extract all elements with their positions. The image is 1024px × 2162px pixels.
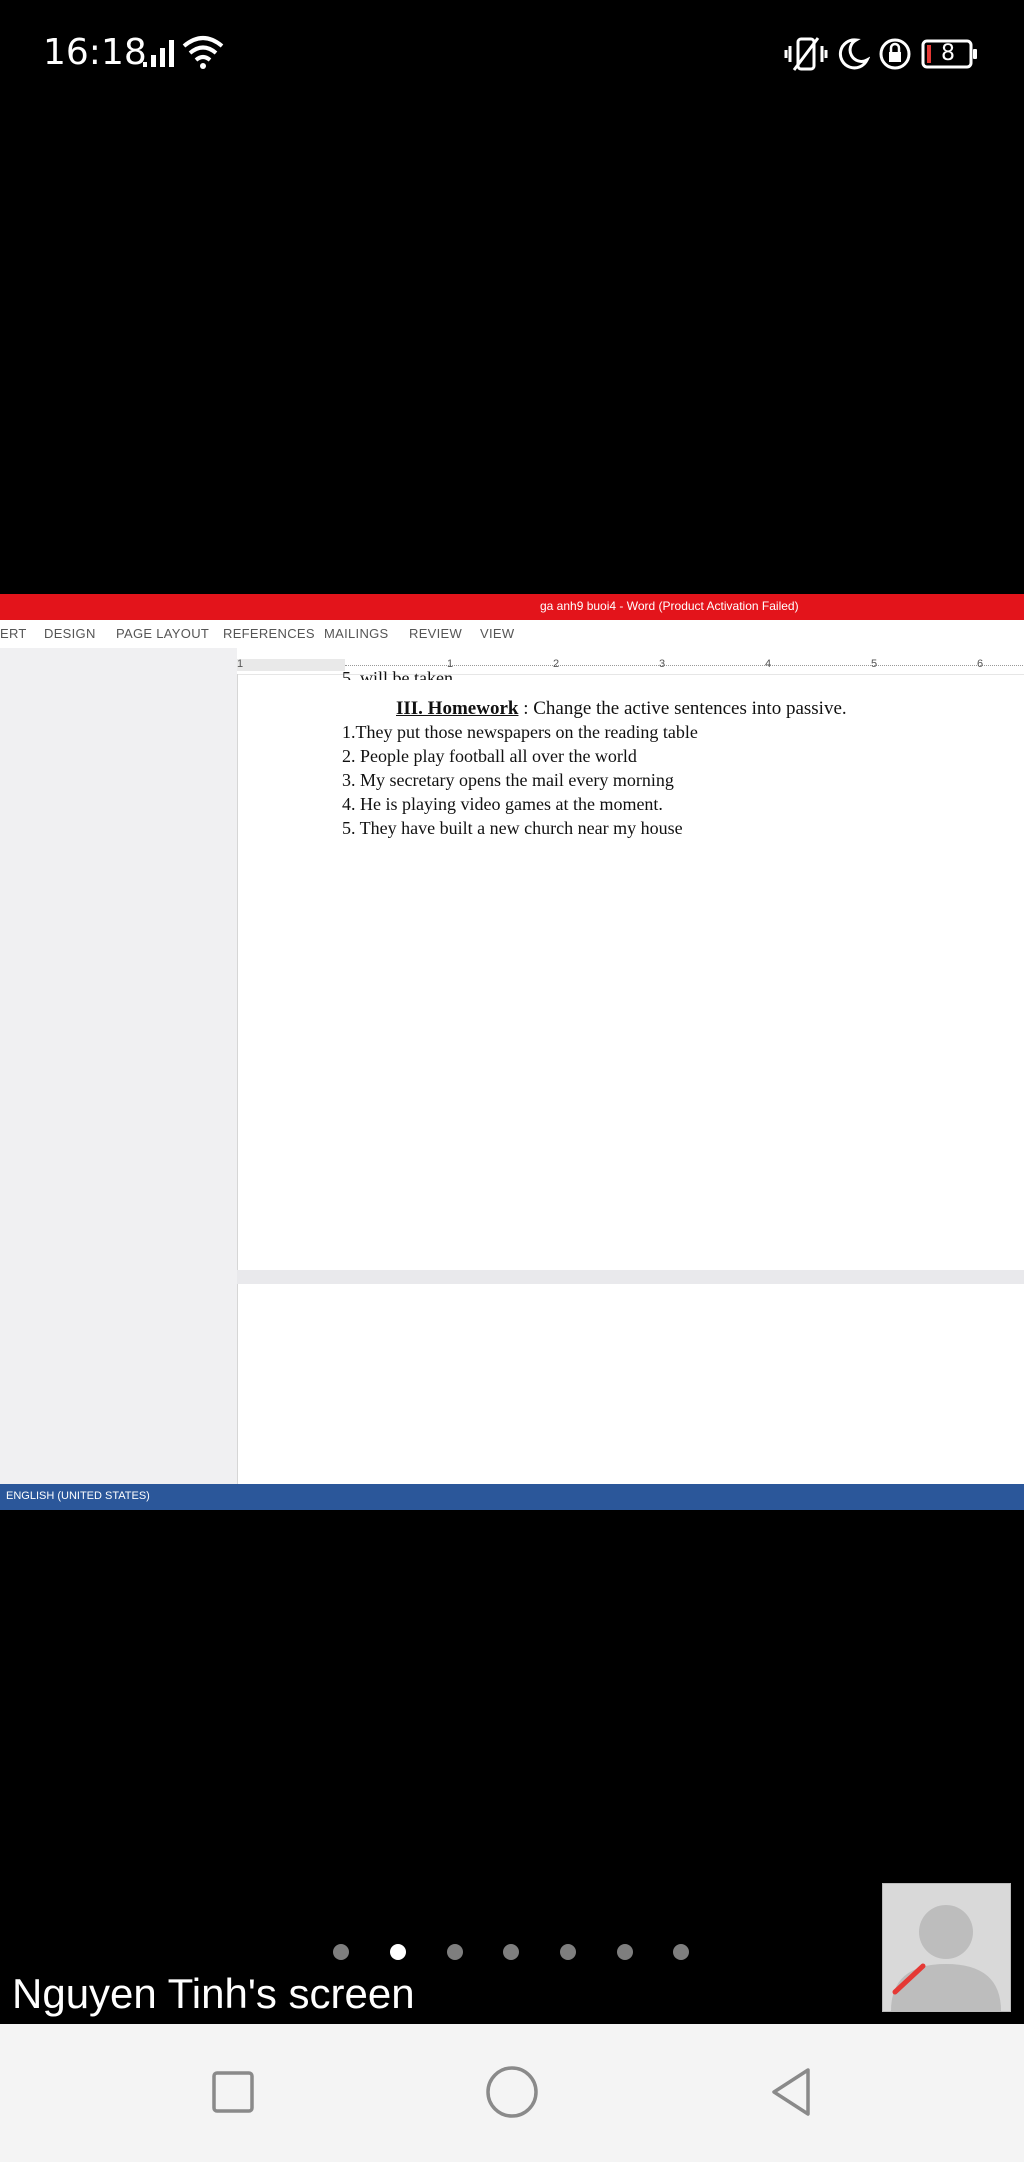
home-icon[interactable]	[482, 2062, 542, 2122]
sentence-2: 2. People play football all over the wor…	[342, 746, 637, 766]
ruler-number: 5	[871, 658, 878, 670]
screen-share-label: Nguyen Tinh's screen	[12, 1970, 415, 2017]
page-dot[interactable]	[617, 1944, 633, 1960]
left-pane	[0, 648, 237, 1484]
tab-review[interactable]: REVIEW	[409, 626, 462, 641]
tab-insert[interactable]: ERT	[0, 626, 27, 641]
battery-level: 8	[941, 41, 955, 66]
ruler-number: 1	[237, 658, 244, 670]
homework-heading-line: III. Homework : Change the active senten…	[396, 698, 847, 720]
back-icon[interactable]	[762, 2062, 822, 2122]
page-dot[interactable]	[447, 1944, 463, 1960]
tab-mailings[interactable]: MAILINGS	[324, 626, 389, 641]
language-indicator[interactable]: ENGLISH (UNITED STATES)	[6, 1490, 150, 1502]
page-dot[interactable]	[503, 1944, 519, 1960]
vibrate-icon	[784, 37, 828, 71]
avatar-placeholder-icon	[891, 1905, 1001, 2011]
tab-page-layout[interactable]: PAGE LAYOUT	[116, 626, 209, 641]
window-title: ga anh9 buoi4 - Word (Product Activation…	[540, 599, 799, 613]
homework-instruction: : Change the active sentences into passi…	[518, 698, 847, 719]
ruler-number: 2	[553, 658, 560, 670]
sentence-1: 1.They put those newspapers on the readi…	[342, 722, 698, 742]
shared-screen[interactable]: ga anh9 buoi4 - Word (Product Activation…	[0, 594, 1024, 1510]
lock-rotation-icon	[879, 38, 911, 70]
page-dot[interactable]	[333, 1944, 349, 1960]
homework-heading: III. Homework	[396, 698, 519, 719]
page-dot-active[interactable]	[390, 1944, 406, 1960]
word-status-bar: ENGLISH (UNITED STATES)	[0, 1484, 1024, 1510]
tab-references[interactable]: REFERENCES	[223, 626, 315, 641]
ruler-number: 4	[765, 658, 772, 670]
ruler-number: 3	[659, 658, 666, 670]
page-break-gap	[237, 1270, 1024, 1284]
page-dot[interactable]	[673, 1944, 689, 1960]
wifi-icon	[182, 36, 224, 69]
page-edge	[237, 674, 238, 1484]
tab-view[interactable]: VIEW	[480, 626, 514, 641]
word-title-bar: ga anh9 buoi4 - Word (Product Activation…	[0, 594, 1024, 620]
clock: 16:18	[43, 32, 147, 73]
self-video-thumbnail[interactable]	[882, 1883, 1011, 2012]
sentence-4: 4. He is playing video games at the mome…	[342, 794, 663, 814]
ruler-number: 6	[977, 658, 984, 670]
sentence-5: 5. They have built a new church near my …	[342, 818, 683, 838]
ruler-margin	[237, 659, 345, 671]
android-nav-bar	[0, 2024, 1024, 2162]
tab-design[interactable]: DESIGN	[44, 626, 96, 641]
recent-apps-icon[interactable]	[203, 2062, 263, 2122]
moon-icon	[838, 38, 870, 70]
phone-status-bar: 16:18 8	[0, 0, 1024, 110]
cut-off-line: 5. will be taken	[342, 668, 453, 680]
signal-icon	[143, 40, 174, 67]
sentence-3: 3. My secretary opens the mail every mor…	[342, 770, 674, 790]
page-dot[interactable]	[560, 1944, 576, 1960]
